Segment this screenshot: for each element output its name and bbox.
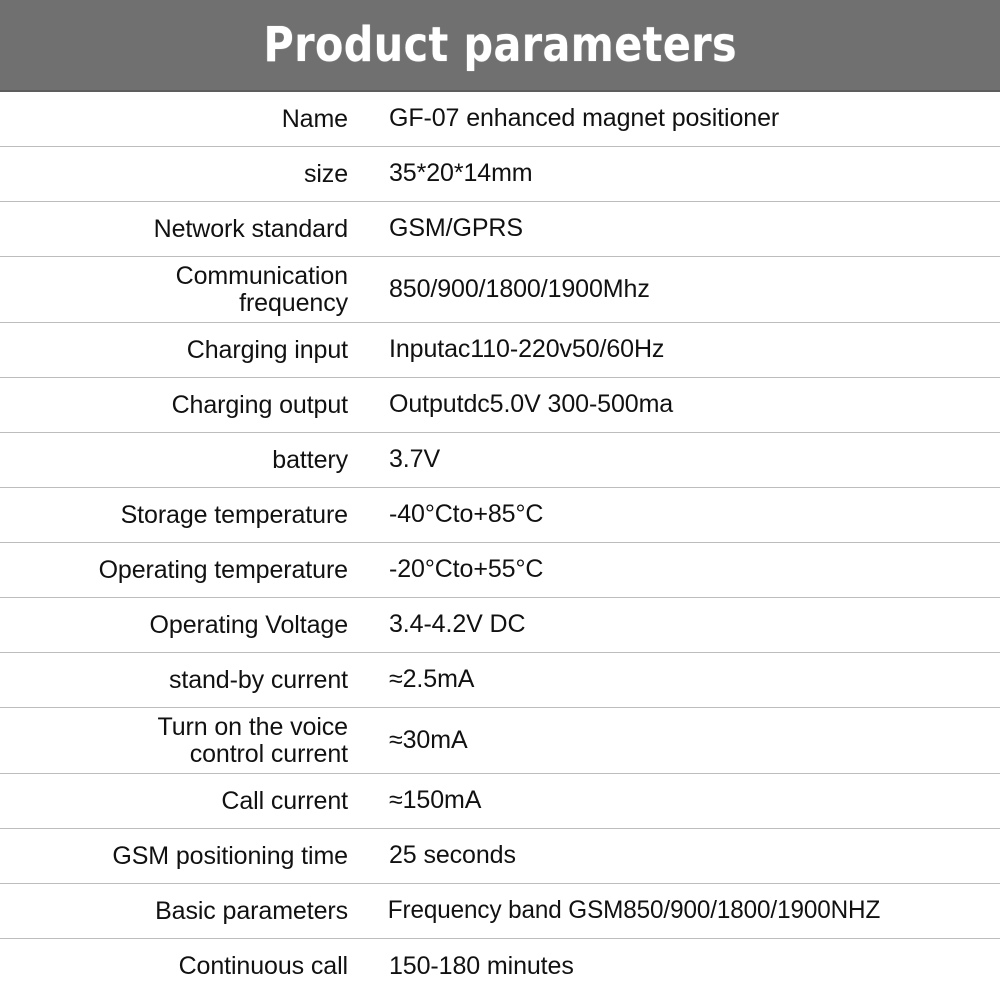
- parameter-label: Network standard: [153, 214, 348, 243]
- parameter-value: ≈150mA: [389, 786, 482, 815]
- page-title: Product parameters: [263, 17, 737, 73]
- parameter-value: 3.4-4.2V DC: [389, 610, 526, 639]
- parameter-value: GSM/GPRS: [389, 214, 523, 243]
- table-row: Turn on the voice control current ≈30mA: [0, 708, 1000, 775]
- parameter-label: Charging output: [171, 390, 349, 419]
- parameter-value: Outputdc5.0V 300-500ma: [389, 390, 674, 419]
- parameter-label: Continuous call: [178, 952, 349, 980]
- parameter-value: GF-07 enhanced magnet positioner: [389, 104, 780, 133]
- table-row: Operating Voltage 3.4-4.2V DC: [0, 598, 1000, 654]
- table-row: Basic parameters Frequency band GSM850/90…: [0, 884, 1000, 940]
- parameter-value: Frequency band GSM850/900/1800/1900NHZ: [387, 896, 881, 925]
- parameter-label: Operating temperature: [98, 555, 349, 584]
- parameter-label: Charging input: [186, 335, 348, 364]
- table-row: Storage temperature -40°Cto+85°C: [0, 488, 1000, 544]
- table-row: Communication frequency 850/900/1800/1900…: [0, 257, 1000, 324]
- parameter-value: 3.7V: [389, 445, 441, 474]
- table-row: Charging output Outputdc5.0V 300-500ma: [0, 378, 1000, 434]
- parameter-label: size: [303, 159, 348, 188]
- table-row: Name GF-07 enhanced magnet positioner: [0, 92, 1000, 148]
- parameter-label: stand-by current: [168, 665, 348, 694]
- table-row: stand-by current ≈2.5mA: [0, 653, 1000, 709]
- table-row: battery 3.7V: [0, 433, 1000, 489]
- table-row: GSM positioning time 25 seconds: [0, 829, 1000, 885]
- parameter-value: -20°Cto+55°C: [389, 555, 544, 584]
- parameter-value: 35*20*14mm: [389, 159, 533, 188]
- table-row: Continuous call 150-180 minutes: [0, 939, 1000, 994]
- parameter-value: 25 seconds: [389, 841, 516, 870]
- parameter-value: ≈30mA: [389, 725, 468, 754]
- parameter-label: battery: [272, 445, 348, 474]
- page-header-banner: Product parameters: [0, 0, 1000, 92]
- parameter-value: ≈2.5mA: [389, 665, 475, 694]
- parameter-value: Inputac110-220v50/60Hz: [389, 335, 665, 364]
- table-row: Operating temperature -20°Cto+55°C: [0, 543, 1000, 599]
- parameter-value: 150-180 minutes: [389, 951, 574, 980]
- product-parameters-sheet: Product parameters Name GF-07 enhanced ma…: [0, 0, 1000, 1000]
- parameter-label: Turn on the voice control current: [157, 712, 348, 768]
- specifications-table: Name GF-07 enhanced magnet positioner size…: [0, 92, 1000, 994]
- table-row: Charging input Inputac110-220v50/60Hz: [0, 323, 1000, 379]
- parameter-label: Name: [281, 104, 348, 133]
- parameter-value: -40°Cto+85°C: [389, 500, 544, 529]
- parameter-label: Call current: [221, 786, 348, 815]
- table-row: Call current ≈150mA: [0, 774, 1000, 830]
- parameter-value: 850/900/1800/1900Mhz: [389, 274, 650, 303]
- table-row: size 35*20*14mm: [0, 147, 1000, 203]
- parameter-label: Basic parameters: [155, 896, 348, 925]
- table-row: Network standard GSM/GPRS: [0, 202, 1000, 258]
- parameter-label: Storage temperature: [120, 500, 349, 529]
- parameter-label: Communication frequency: [175, 261, 348, 317]
- parameter-label: Operating Voltage: [149, 610, 349, 639]
- parameter-label: GSM positioning time: [112, 841, 348, 870]
